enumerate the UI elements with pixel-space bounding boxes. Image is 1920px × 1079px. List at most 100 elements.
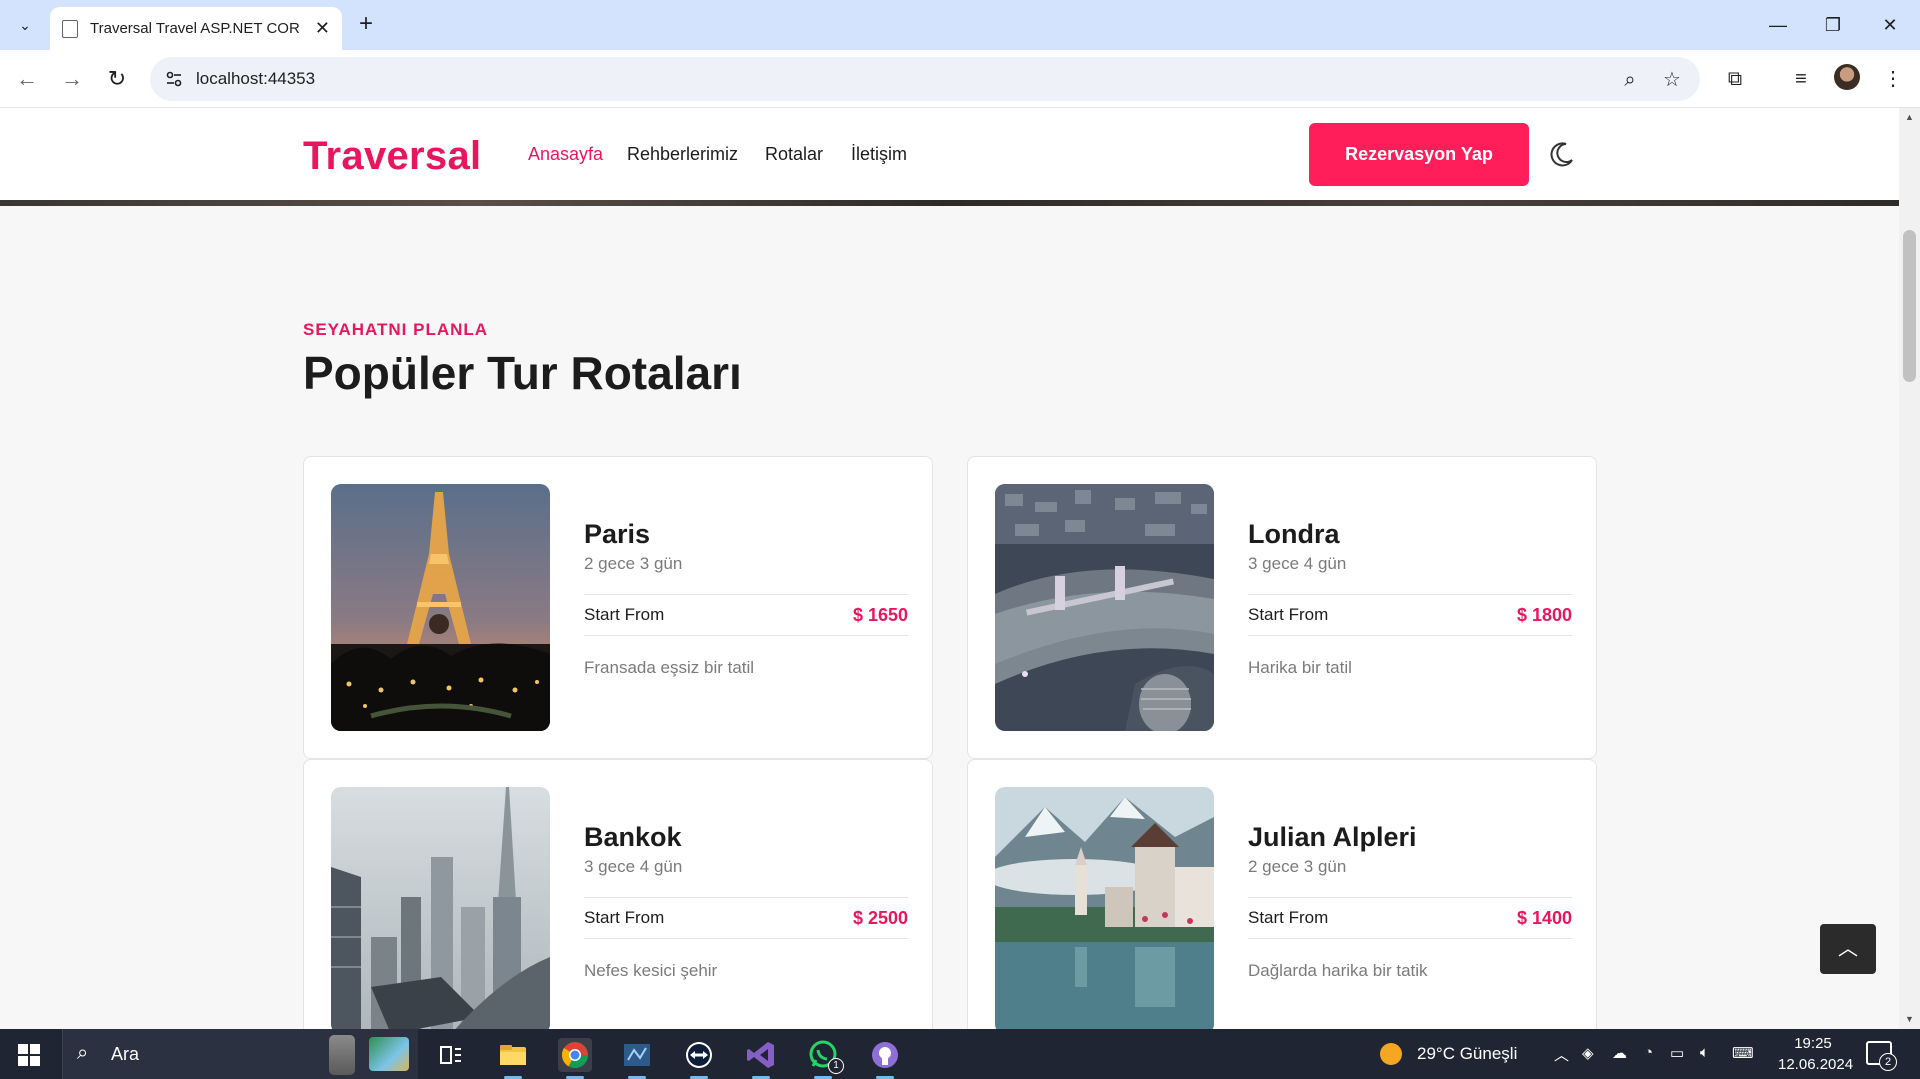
tour-image-londra[interactable]: [995, 484, 1214, 731]
address-bar[interactable]: localhost:44353 ⌕ ☆: [150, 57, 1700, 101]
tour-name[interactable]: Julian Alpleri: [1248, 822, 1572, 853]
tab-title: Traversal Travel ASP.NET CORE I: [90, 20, 300, 37]
scroll-down-arrow-icon[interactable]: ▼: [1899, 1014, 1920, 1024]
tray-app-icon[interactable]: ◈: [1582, 1044, 1594, 1062]
tour-card[interactable]: Julian Alpleri 2 gece 3 gün Start From $…: [967, 759, 1597, 1029]
weather-text[interactable]: 29°C Güneşli: [1417, 1044, 1517, 1064]
file-explorer-icon[interactable]: [496, 1038, 530, 1079]
price-label: Start From: [1248, 605, 1329, 624]
clock-date: 12.06.2024: [1778, 1056, 1854, 1073]
battery-icon[interactable]: ▭: [1670, 1044, 1684, 1062]
map-icon: [369, 1037, 409, 1071]
bookmark-star-icon[interactable]: ☆: [1660, 68, 1684, 92]
profile-avatar[interactable]: [1834, 64, 1860, 90]
system-clock[interactable]: 19:25 12.06.2024: [1778, 1033, 1854, 1075]
whatsapp-icon[interactable]: 1: [806, 1038, 844, 1079]
page-viewport: Traversal Anasayfa Rehberlerimiz Rotalar…: [0, 108, 1899, 1029]
tour-info: Londra 3 gece 4 gün Start From $ 1800 Ha…: [1248, 519, 1572, 678]
price-row: Start From $ 1800: [1248, 594, 1572, 636]
price-label: Start From: [584, 908, 665, 927]
clock-time: 19:25: [1794, 1035, 1832, 1052]
section-title: Popüler Tur Rotaları: [303, 347, 742, 399]
nav-guides[interactable]: Rehberlerimiz: [627, 144, 738, 165]
nav-contact[interactable]: İletişim: [851, 144, 907, 165]
browser-toolbar: ← → ↻ localhost:44353 ⌕ ☆ ⧉ ≡ ⋮: [0, 50, 1920, 108]
scroll-up-arrow-icon[interactable]: ▲: [1899, 112, 1920, 122]
reload-icon[interactable]: ↻: [102, 64, 132, 94]
site-info-icon[interactable]: [164, 69, 184, 89]
tab-search-icon[interactable]: ⌄: [10, 10, 40, 40]
tour-name[interactable]: Paris: [584, 519, 908, 550]
taskbar-search[interactable]: ⌕ Ara: [62, 1029, 418, 1079]
browser-tab[interactable]: Traversal Travel ASP.NET CORE I ✕: [50, 7, 342, 50]
section-tagline: SEYAHATNI PLANLA: [303, 320, 489, 339]
keyboard-icon[interactable]: ⌨: [1732, 1044, 1754, 1062]
onedrive-cloud-icon[interactable]: ☁: [1612, 1044, 1627, 1062]
price-value: $ 1400: [1516, 907, 1572, 928]
tour-info: Bankok 3 gece 4 gün Start From $ 2500 Ne…: [584, 822, 908, 981]
tour-card[interactable]: Paris 2 gece 3 gün Start From $ 1650 Fra…: [303, 456, 933, 759]
tour-info: Julian Alpleri 2 gece 3 gün Start From $…: [1248, 822, 1572, 981]
chevron-up-icon: ︿: [1838, 938, 1858, 960]
hero-image-edge: [0, 200, 1899, 206]
scrollbar-thumb[interactable]: [1903, 230, 1916, 382]
page-scrollbar[interactable]: ▲ ▼: [1899, 108, 1920, 1029]
tour-info: Paris 2 gece 3 gün Start From $ 1650 Fra…: [584, 519, 908, 678]
task-view-icon[interactable]: [433, 1038, 467, 1072]
price-value: $ 2500: [852, 907, 908, 928]
tour-duration: 3 gece 4 gün: [584, 857, 683, 876]
media-control-icon[interactable]: ≡: [1786, 64, 1816, 94]
tour-description: Nefes kesici şehir: [584, 961, 718, 980]
window-close-icon[interactable]: ✕: [1872, 10, 1908, 40]
restore-icon[interactable]: ❐: [1815, 10, 1851, 40]
forward-arrow-icon[interactable]: →: [57, 64, 87, 94]
tour-name[interactable]: Bankok: [584, 822, 908, 853]
sql-server-icon[interactable]: [620, 1038, 654, 1079]
weather-icon[interactable]: [1380, 1043, 1402, 1065]
github-desktop-icon[interactable]: [868, 1038, 902, 1079]
price-label: Start From: [1248, 908, 1329, 927]
nav-routes[interactable]: Rotalar: [765, 144, 823, 165]
teamviewer-icon[interactable]: [682, 1038, 716, 1079]
brand-logo[interactable]: Traversal: [303, 134, 481, 179]
site-header: Traversal Anasayfa Rehberlerimiz Rotalar…: [0, 108, 1899, 200]
browser-menu-icon[interactable]: ⋮: [1878, 64, 1908, 94]
tour-duration: 3 gece 4 gün: [1248, 554, 1347, 573]
tour-description: Harika bir tatil: [1248, 658, 1352, 677]
new-tab-button[interactable]: +: [352, 11, 380, 39]
tour-description: Fransada eşsiz bir tatil: [584, 658, 755, 677]
price-value: $ 1800: [1516, 604, 1572, 625]
taskbar-search-text: Ara: [111, 1044, 140, 1064]
nav-home[interactable]: Anasayfa: [528, 144, 603, 165]
tray-chevron-up-icon[interactable]: ︿: [1554, 1044, 1569, 1065]
tour-name[interactable]: Londra: [1248, 519, 1572, 550]
tour-duration: 2 gece 3 gün: [584, 554, 683, 573]
dark-mode-moon-icon[interactable]: [1548, 140, 1576, 168]
minimize-icon[interactable]: —: [1760, 10, 1796, 40]
windows-taskbar: ⌕ Ara 1 29°C Güneşli ︿ ◈ ☁ ◔ ▭ 🔈︎ ⌨ 19:2…: [0, 1029, 1920, 1079]
close-tab-icon[interactable]: ✕: [315, 18, 330, 39]
tour-card[interactable]: Bankok 3 gece 4 gün Start From $ 2500 Ne…: [303, 759, 933, 1029]
price-label: Start From: [584, 605, 665, 624]
back-arrow-icon[interactable]: ←: [12, 64, 42, 94]
price-row: Start From $ 1400: [1248, 897, 1572, 939]
url-text[interactable]: localhost:44353: [196, 69, 315, 89]
visual-studio-icon[interactable]: [744, 1038, 778, 1079]
whatsapp-badge: 1: [828, 1058, 844, 1074]
tour-image-bankok[interactable]: [331, 787, 550, 1029]
extensions-icon[interactable]: ⧉: [1720, 64, 1750, 94]
volume-icon[interactable]: 🔈︎: [1700, 1044, 1709, 1061]
back-to-top-button[interactable]: ︿: [1820, 924, 1876, 974]
tour-card[interactable]: Londra 3 gece 4 gün Start From $ 1800 Ha…: [967, 456, 1597, 759]
wifi-icon[interactable]: ◔: [1644, 1044, 1653, 1061]
tour-image-julian-alps[interactable]: [995, 787, 1214, 1029]
reservation-button[interactable]: Rezervasyon Yap: [1309, 123, 1529, 186]
tour-duration: 2 gece 3 gün: [1248, 857, 1347, 876]
price-row: Start From $ 2500: [584, 897, 908, 939]
zoom-icon[interactable]: ⌕: [1618, 68, 1642, 92]
chrome-icon[interactable]: [558, 1038, 592, 1079]
windows-start-icon[interactable]: [18, 1044, 40, 1066]
luggage-icon: [329, 1035, 355, 1075]
browser-tab-bar: ⌄ Traversal Travel ASP.NET CORE I ✕ + — …: [0, 0, 1920, 50]
tour-image-paris[interactable]: [331, 484, 550, 731]
